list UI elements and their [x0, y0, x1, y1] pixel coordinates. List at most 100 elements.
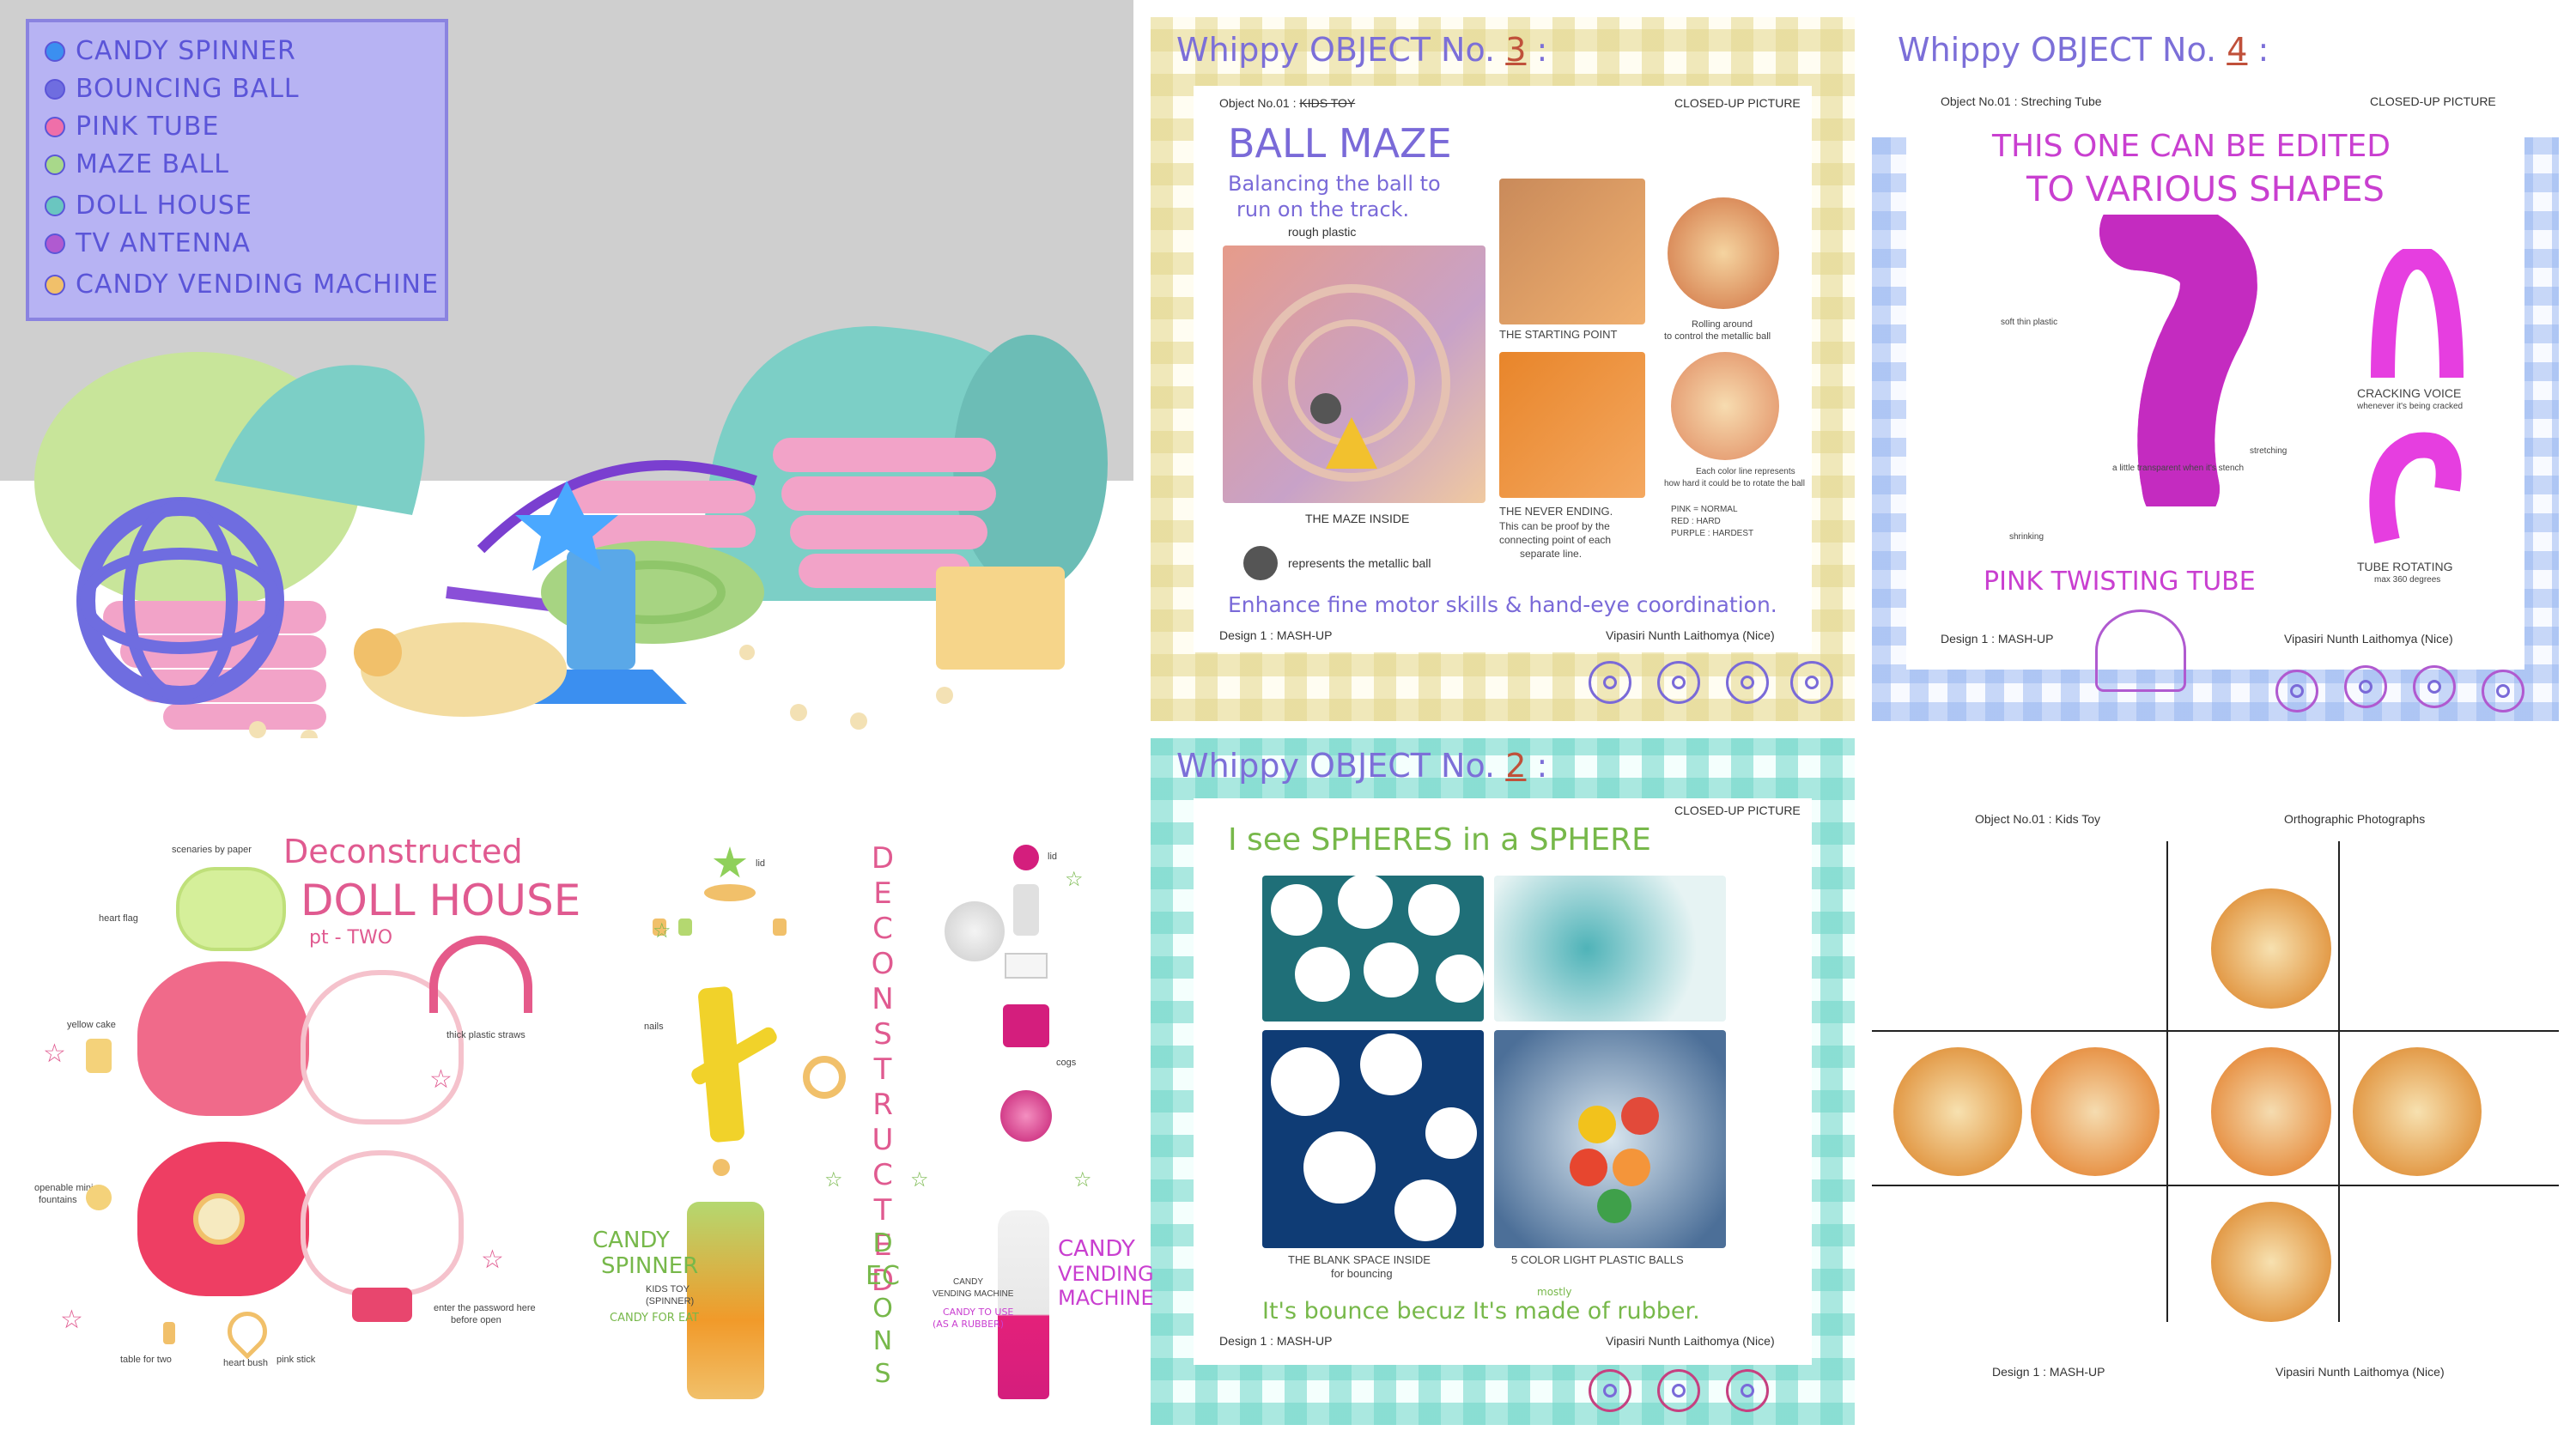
subline-1: Balancing the ball to: [1228, 172, 1441, 196]
dollhouse-pink-half-top: [137, 961, 309, 1116]
star-doodle-icon: ☆: [910, 1167, 929, 1191]
flower-doodle-icon: [1726, 1369, 1769, 1412]
spinner-ring-photo: [803, 1056, 846, 1099]
table-for-two-label: table for two: [120, 1355, 172, 1365]
author-label: Vipasiri Nunth Laithomya (Nice): [2284, 632, 2453, 646]
board-object-4: Whippy OBJECT No. 4 : Object No.01 : Str…: [1872, 17, 2559, 721]
grid-line-vertical-2: [2338, 841, 2340, 1322]
board-title-colon: :: [2257, 31, 2269, 69]
never-ending-title: THE NEVER ENDING.: [1499, 505, 1613, 518]
board-paper: Object No.01 : KIDS TOY CLOSED-UP PICTUR…: [1194, 86, 1812, 652]
subline-2: run on the track.: [1236, 197, 1410, 221]
ortho-view-center: [2211, 1047, 2331, 1176]
soft-plastic-label: soft thin plastic: [2001, 318, 2058, 327]
mini-fountain-photo: [86, 1185, 112, 1210]
password-lock-photo: [352, 1288, 412, 1322]
nails-label: nails: [644, 1022, 664, 1032]
never-ending-line-3: connecting point of each: [1499, 534, 1612, 546]
color-balls-label: 5 COLOR LIGHT PLASTIC BALLS: [1511, 1253, 1684, 1266]
board-title-number: 3: [1505, 31, 1527, 69]
legend-dot-icon: [45, 155, 65, 175]
vending-part-photo: [1013, 884, 1039, 936]
enhance-note: Enhance fine motor skills & hand-eye coo…: [1228, 592, 1777, 617]
blank-space-label: THE BLANK SPACE INSIDE: [1288, 1253, 1431, 1266]
candy-vending-assembled-photo: [998, 1210, 1049, 1399]
mostly-note: mostly: [1537, 1286, 1572, 1298]
board-title-colon: :: [1536, 747, 1548, 785]
pink-stick-label: pink stick: [276, 1355, 316, 1365]
flower-doodle-icon: [2275, 670, 2318, 712]
grid-line-horizontal-2: [1872, 1185, 2559, 1186]
legend-dot-icon: [45, 117, 65, 137]
closed-up-label: CLOSED-UP PICTURE: [2370, 94, 2496, 108]
object-label-struck: KIDS TOY: [1299, 96, 1356, 110]
dollhouse-clear-half-bottom: [301, 1150, 464, 1296]
star-doodle-icon: ☆: [1073, 1167, 1092, 1191]
legend-box: CANDY SPINNER BOUNCING BALL PINK TUBE MA…: [26, 19, 448, 321]
ball-closeup-photo-2: [1494, 876, 1726, 1022]
vending-title-3: MACHINE: [1058, 1286, 1154, 1310]
board-title: Whippy OBJECT No. 4 :: [1898, 31, 2269, 69]
tube-rotating-sub: max 360 degrees: [2374, 575, 2441, 585]
openable-label-1: openable mini: [34, 1183, 94, 1193]
starting-point-label: THE STARTING POINT: [1499, 328, 1618, 341]
flower-doodle-icon: [1657, 661, 1700, 704]
maze-inside-photo: [1223, 246, 1485, 503]
yellow-cake-label: yellow cake: [67, 1020, 116, 1030]
yellow-cake-photo: [86, 1039, 112, 1073]
board-paper: Object No.01 : Streching Tube CLOSED-UP …: [1906, 86, 2524, 670]
legend-label: DOLL HOUSE: [76, 191, 252, 221]
board-title-text: Whippy OBJECT No.: [1176, 747, 1496, 785]
red-hard: RED : HARD: [1671, 517, 1721, 526]
never-ending-photo: [1499, 352, 1645, 498]
heart-flag-label: heart flag: [99, 913, 138, 924]
password-label-2: before open: [451, 1315, 501, 1325]
object-label: Object No.01 : Kids Toy: [1975, 812, 2101, 826]
purple-hardest: PURPLE : HARDEST: [1671, 529, 1754, 538]
vending-lid-label: lid: [1048, 852, 1058, 862]
candy-spinner-assembled-photo: [687, 1202, 764, 1399]
candy-spinner-title-2: SPINNER: [601, 1253, 699, 1279]
board-title: Whippy OBJECT No. 3 :: [1176, 31, 1547, 69]
legend-label: CANDY SPINNER: [76, 36, 296, 66]
board-object-2: Whippy OBJECT No. 2 : CLOSED-UP PICTURE …: [1151, 738, 1855, 1425]
spinner-bead-photo: [713, 1159, 730, 1176]
vending-globe-photo: [945, 901, 1005, 961]
blank-space-art: [1271, 1034, 1477, 1241]
vending-use-label-2: (AS A RUBBER): [933, 1319, 1004, 1330]
star-doodle-icon: ☆: [43, 1039, 66, 1069]
legend-dot-icon: [45, 79, 65, 100]
scenery-paper-photo: [176, 867, 286, 951]
each-color-line-1: Each color line represents: [1696, 467, 1795, 476]
closed-up-label: CLOSED-UP PICTURE: [1674, 803, 1801, 817]
maze-inside-label: THE MAZE INSIDE: [1305, 512, 1410, 525]
legend-label: MAZE BALL: [76, 149, 229, 179]
board-title: Whippy OBJECT No. 2 :: [1176, 747, 1547, 785]
dollhouse-title-2: DOLL HOUSE: [301, 876, 581, 925]
bounce-note: It's bounce becuz It's made of rubber.: [1262, 1298, 1700, 1325]
closed-up-label: CLOSED-UP PICTURE: [1674, 96, 1801, 110]
flower-doodle-icon: [1726, 661, 1769, 704]
star-doodle-icon: ☆: [481, 1245, 504, 1275]
heart-bush-photo: [219, 1303, 276, 1360]
legend-dot-icon: [45, 233, 65, 254]
color-balls-art: [1570, 1097, 1659, 1223]
pink-tube-photo: [2099, 215, 2257, 506]
board-title-text: Whippy OBJECT No.: [1898, 31, 2217, 69]
star-doodle-icon: ☆: [824, 1167, 843, 1191]
object-label: Object No.01 : Streching Tube: [1941, 94, 2102, 108]
flower-doodle-icon: [2344, 665, 2387, 708]
ball-closeup-photo-1: [1262, 874, 1484, 1022]
flower-doodle-icon: [1790, 661, 1833, 704]
board-title-colon: :: [1536, 31, 1548, 69]
cracking-voice-sub: whenever it's being cracked: [2357, 402, 2464, 411]
rolling-line-1: Rolling around: [1692, 319, 1753, 330]
star-doodle-icon: ☆: [653, 919, 671, 943]
grid-line-vertical-1: [2166, 841, 2168, 1322]
password-label-1: enter the password here: [434, 1303, 536, 1313]
board-object-3: Whippy OBJECT No. 3 : Object No.01 : KID…: [1151, 17, 1855, 721]
kids-toy-label: KIDS TOY: [646, 1284, 690, 1294]
legend-label: CANDY VENDING MACHINE: [76, 270, 439, 300]
legend-label: BOUNCING BALL: [76, 74, 300, 104]
pink-normal: PINK = NORMAL: [1671, 505, 1738, 514]
